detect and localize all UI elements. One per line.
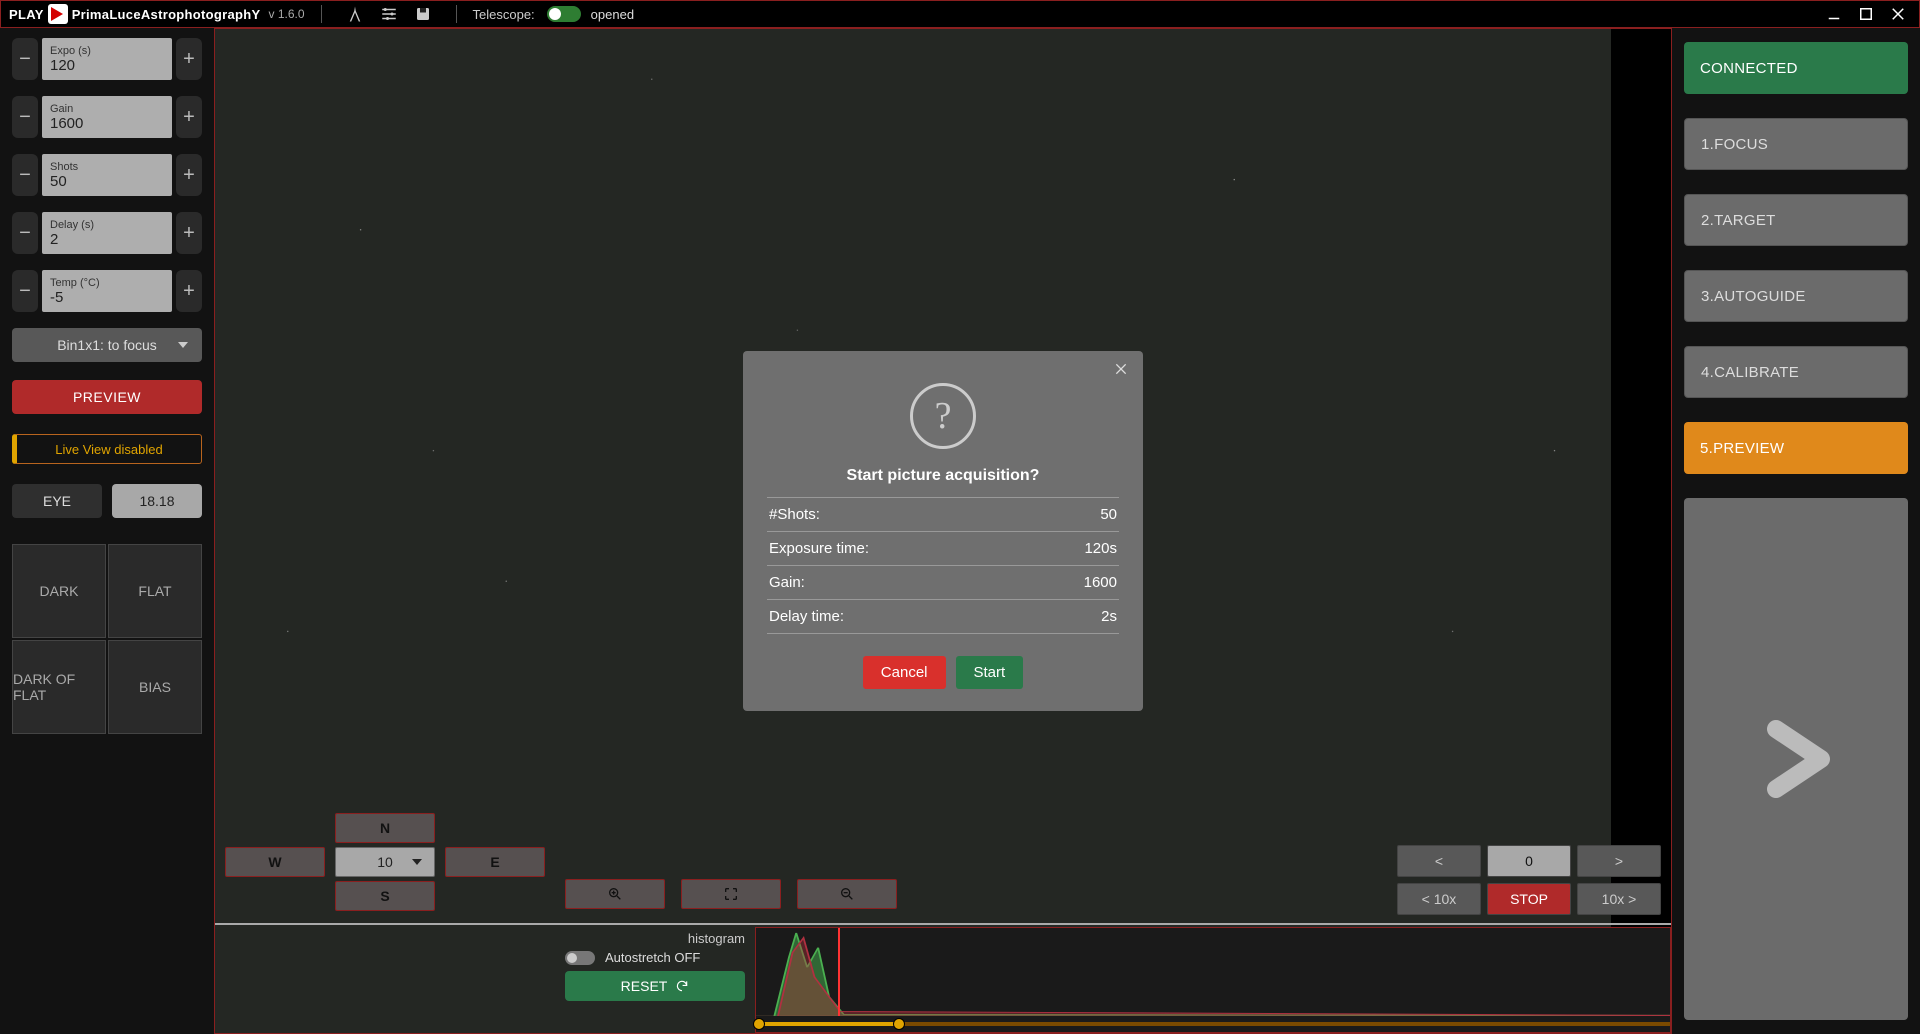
spin-value: 2 xyxy=(50,231,164,248)
decrement-button[interactable]: − xyxy=(12,96,38,138)
play-icon xyxy=(1746,709,1846,809)
spin-gain: −Gain1600+ xyxy=(12,96,202,138)
app-version: v 1.6.0 xyxy=(268,7,304,21)
binning-dropdown[interactable]: Bin1x1: to focus xyxy=(12,328,202,362)
spin-label: Shots xyxy=(50,161,164,173)
tripod-icon[interactable] xyxy=(346,5,364,23)
liveview-status[interactable]: Live View disabled xyxy=(12,434,202,464)
spin-field[interactable]: Expo (s)120 xyxy=(42,38,172,80)
separator xyxy=(321,5,322,23)
spin-delay-s-: −Delay (s)2+ xyxy=(12,212,202,254)
spin-field[interactable]: Gain1600 xyxy=(42,96,172,138)
modal-row-key: Delay time: xyxy=(769,608,844,625)
modal-row: Gain: 1600 xyxy=(767,566,1119,600)
modal-row-value: 50 xyxy=(1100,506,1117,523)
window-minimize-button[interactable] xyxy=(1821,1,1847,27)
spin-value: 120 xyxy=(50,57,164,74)
workflow-step-5[interactable]: 5.PREVIEW xyxy=(1684,422,1908,474)
decrement-button[interactable]: − xyxy=(12,212,38,254)
acquisition-modal: ? Start picture acquisition? #Shots: 50 Ex… xyxy=(743,351,1143,711)
app-name: PrimaLuceAstrophotographY xyxy=(72,7,261,22)
modal-row: Delay time: 2s xyxy=(767,600,1119,634)
spin-shots: −Shots50+ xyxy=(12,154,202,196)
app-play: PLAY xyxy=(9,7,44,22)
spin-expo-s-: −Expo (s)120+ xyxy=(12,38,202,80)
modal-start-button[interactable]: Start xyxy=(956,656,1024,689)
increment-button[interactable]: + xyxy=(176,38,202,80)
spin-label: Gain xyxy=(50,103,164,115)
spin-value: 1600 xyxy=(50,115,164,132)
window-close-button[interactable] xyxy=(1885,1,1911,27)
modal-row-key: Exposure time: xyxy=(769,540,869,557)
modal-cancel-button[interactable]: Cancel xyxy=(863,656,946,689)
spin-value: -5 xyxy=(50,289,164,306)
image-viewport[interactable]: N W 10 E S < 0 > < 10x STOP 10x > xyxy=(214,28,1672,1034)
preview-button[interactable]: PREVIEW xyxy=(12,380,202,414)
modal-overlay: ? Start picture acquisition? #Shots: 50 Ex… xyxy=(215,29,1671,1033)
telescope-toggle[interactable] xyxy=(547,6,581,22)
spin-label: Delay (s) xyxy=(50,219,164,231)
spin-field[interactable]: Shots50 xyxy=(42,154,172,196)
modal-row-key: Gain: xyxy=(769,574,805,591)
modal-row: #Shots: 50 xyxy=(767,497,1119,532)
binning-value: Bin1x1: to focus xyxy=(57,337,157,353)
decrement-button[interactable]: − xyxy=(12,270,38,312)
spin-field[interactable]: Temp (°C)-5 xyxy=(42,270,172,312)
left-panel: −Expo (s)120+−Gain1600+−Shots50+−Delay (… xyxy=(0,28,214,1034)
modal-row: Exposure time: 120s xyxy=(767,532,1119,566)
spin-label: Temp (°C) xyxy=(50,277,164,289)
eye-value: 18.18 xyxy=(112,484,202,518)
settings-sliders-icon[interactable] xyxy=(380,5,398,23)
decrement-button[interactable]: − xyxy=(12,154,38,196)
run-button[interactable] xyxy=(1684,498,1908,1020)
eye-button[interactable]: EYE xyxy=(12,484,102,518)
spin-label: Expo (s) xyxy=(50,45,164,57)
dark-button[interactable]: DARK xyxy=(12,544,106,638)
telescope-label: Telescope: xyxy=(473,7,535,22)
title-bar: PLAY PrimaLuceAstrophotographY v 1.6.0 T… xyxy=(0,0,1920,28)
flat-button[interactable]: FLAT xyxy=(108,544,202,638)
separator xyxy=(456,5,457,23)
connected-status[interactable]: CONNECTED xyxy=(1684,42,1908,94)
save-icon[interactable] xyxy=(414,5,432,23)
spin-value: 50 xyxy=(50,173,164,190)
spin-temp-c-: −Temp (°C)-5+ xyxy=(12,270,202,312)
spin-field[interactable]: Delay (s)2 xyxy=(42,212,172,254)
increment-button[interactable]: + xyxy=(176,154,202,196)
window-maximize-button[interactable] xyxy=(1853,1,1879,27)
bias-button[interactable]: BIAS xyxy=(108,640,202,734)
workflow-step-3[interactable]: 3.AUTOGUIDE xyxy=(1684,270,1908,322)
workflow-step-2[interactable]: 2.TARGET xyxy=(1684,194,1908,246)
app-logo-icon xyxy=(48,4,68,24)
increment-button[interactable]: + xyxy=(176,270,202,312)
modal-row-value: 120s xyxy=(1084,540,1117,557)
modal-title: Start picture acquisition? xyxy=(767,467,1119,485)
increment-button[interactable]: + xyxy=(176,212,202,254)
question-icon: ? xyxy=(910,383,976,449)
increment-button[interactable]: + xyxy=(176,96,202,138)
decrement-button[interactable]: − xyxy=(12,38,38,80)
calibration-grid: DARK FLAT DARK OF FLAT BIAS xyxy=(12,544,202,734)
dark-of-flat-button[interactable]: DARK OF FLAT xyxy=(12,640,106,734)
telescope-status: opened xyxy=(591,7,634,22)
modal-row-value: 2s xyxy=(1101,608,1117,625)
modal-row-value: 1600 xyxy=(1084,574,1117,591)
modal-row-key: #Shots: xyxy=(769,506,820,523)
modal-close-button[interactable] xyxy=(1113,361,1129,382)
workflow-step-4[interactable]: 4.CALIBRATE xyxy=(1684,346,1908,398)
workflow-step-1[interactable]: 1.FOCUS xyxy=(1684,118,1908,170)
right-panel: CONNECTED 1.FOCUS 2.TARGET 3.AUTOGUIDE 4.CA… xyxy=(1672,28,1920,1034)
